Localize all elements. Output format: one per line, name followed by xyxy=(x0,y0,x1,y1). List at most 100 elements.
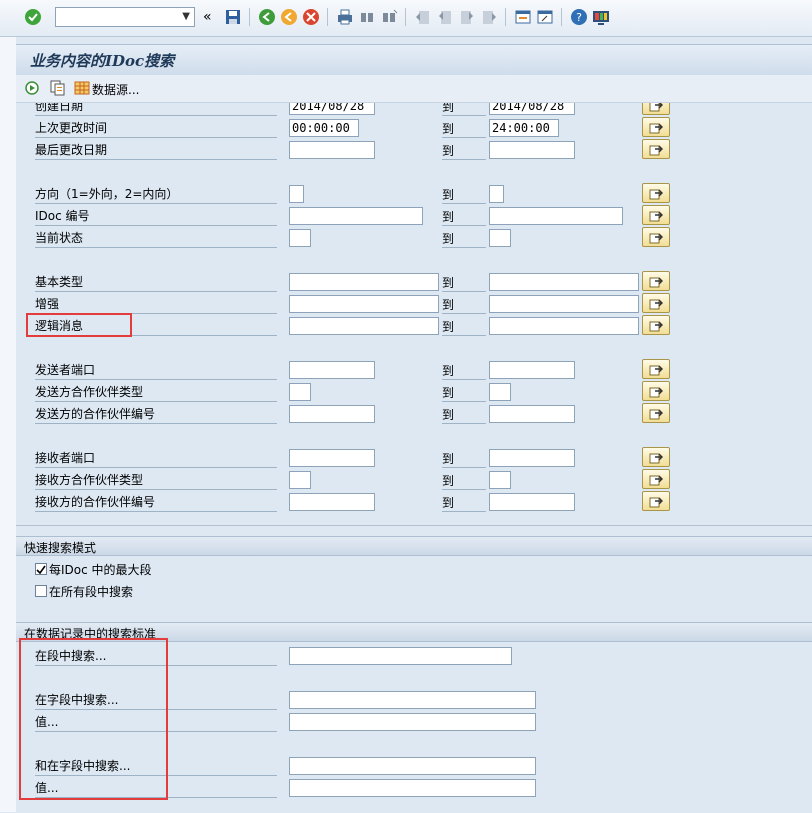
data-source-button[interactable]: 数据源... xyxy=(92,81,139,98)
search-in-segment-input[interactable] xyxy=(289,647,512,665)
help-icon[interactable]: ? xyxy=(570,8,588,26)
selection-high-input[interactable]: 24:00:00 xyxy=(489,119,559,137)
selection-low-input[interactable]: 00:00:00 xyxy=(289,119,359,137)
selection-low-input[interactable]: 2014/08/28 xyxy=(289,103,375,115)
all-segments-checkbox[interactable] xyxy=(35,585,47,597)
selection-row: 发送者端口 到 xyxy=(16,359,812,381)
cancel-icon[interactable] xyxy=(302,8,320,26)
selection-label: 上次更改时间 xyxy=(35,120,277,138)
value1-input[interactable] xyxy=(289,713,536,731)
next-page-icon[interactable] xyxy=(458,8,476,26)
selection-row: 增强 到 xyxy=(16,293,812,315)
selection-high-input[interactable] xyxy=(489,449,575,467)
selection-row: 发送方的合作伙伴编号 到 xyxy=(16,403,812,425)
selection-high-input[interactable] xyxy=(489,273,639,291)
multiple-selection-arrow-icon xyxy=(649,145,663,156)
selection-low-input[interactable] xyxy=(289,273,439,291)
selection-high-input[interactable] xyxy=(489,361,575,379)
to-label: 到 xyxy=(442,187,486,204)
variant-icon[interactable] xyxy=(50,80,66,96)
selection-label: 发送者端口 xyxy=(35,362,277,380)
multiple-selection-button[interactable] xyxy=(642,139,670,159)
selection-high-input[interactable] xyxy=(489,317,639,335)
back-double-arrow-icon[interactable]: « xyxy=(203,8,221,26)
to-label: 到 xyxy=(442,451,486,468)
multiple-selection-button[interactable] xyxy=(642,447,670,467)
max-segment-checkbox[interactable] xyxy=(35,563,47,575)
prev-page-icon[interactable] xyxy=(436,8,454,26)
to-label: 到 xyxy=(442,407,486,424)
selection-high-input[interactable] xyxy=(489,229,511,247)
search-in-field-input[interactable] xyxy=(289,691,536,709)
selection-low-input[interactable] xyxy=(289,207,423,225)
multiple-selection-button[interactable] xyxy=(642,359,670,379)
multiple-selection-arrow-icon xyxy=(649,277,663,288)
multiple-selection-button[interactable] xyxy=(642,403,670,423)
print-icon[interactable] xyxy=(336,8,354,26)
selection-high-input[interactable] xyxy=(489,383,511,401)
shortcut-icon[interactable] xyxy=(536,8,554,26)
selection-high-input[interactable] xyxy=(489,207,623,225)
multiple-selection-arrow-icon xyxy=(649,387,663,398)
multiple-selection-button[interactable] xyxy=(642,205,670,225)
svg-text:?: ? xyxy=(576,11,582,24)
selection-high-input[interactable] xyxy=(489,493,575,511)
to-label: 到 xyxy=(442,495,486,512)
selection-low-input[interactable] xyxy=(289,185,304,203)
multiple-selection-button[interactable] xyxy=(642,293,670,313)
multiple-selection-arrow-icon xyxy=(649,497,663,508)
selection-high-input[interactable] xyxy=(489,141,575,159)
multiple-selection-arrow-icon xyxy=(649,475,663,486)
selection-high-input[interactable] xyxy=(489,405,575,423)
selection-low-input[interactable] xyxy=(289,229,311,247)
selection-low-input[interactable] xyxy=(289,141,375,159)
command-field[interactable]: ▼ xyxy=(55,7,195,27)
selection-low-input[interactable] xyxy=(289,493,375,511)
multiple-selection-button[interactable] xyxy=(642,271,670,291)
multiple-selection-button[interactable] xyxy=(642,103,670,115)
last-page-icon[interactable] xyxy=(480,8,498,26)
selection-low-input[interactable] xyxy=(289,383,311,401)
selection-label: 发送方合作伙伴类型 xyxy=(35,384,277,402)
selection-label: 接收者端口 xyxy=(35,450,277,468)
selection-low-input[interactable] xyxy=(289,449,375,467)
selection-high-input[interactable]: 2014/08/28 xyxy=(489,103,575,115)
find-icon[interactable] xyxy=(358,8,376,26)
chevron-down-icon[interactable]: ▼ xyxy=(182,11,190,22)
selection-low-input[interactable] xyxy=(289,361,375,379)
selection-low-input[interactable] xyxy=(289,295,439,313)
multiple-selection-button[interactable] xyxy=(642,469,670,489)
back-icon[interactable] xyxy=(258,8,276,26)
selection-high-input[interactable] xyxy=(489,471,511,489)
multiple-selection-button[interactable] xyxy=(642,183,670,203)
selection-label: IDoc 编号 xyxy=(35,208,277,226)
table-grid-icon[interactable] xyxy=(74,80,90,96)
selection-high-input[interactable] xyxy=(489,295,639,313)
selection-high-input[interactable] xyxy=(489,185,504,203)
multiple-selection-button[interactable] xyxy=(642,227,670,247)
selection-row: 当前状态 到 xyxy=(16,227,812,249)
multiple-selection-button[interactable] xyxy=(642,381,670,401)
multiple-selection-button[interactable] xyxy=(642,315,670,335)
enter-icon[interactable] xyxy=(24,8,42,26)
value2-input[interactable] xyxy=(289,779,536,797)
customize-layout-icon[interactable] xyxy=(592,8,610,26)
and-search-in-field-input[interactable] xyxy=(289,757,536,775)
selection-low-input[interactable] xyxy=(289,317,439,335)
selection-row: 接收者端口 到 xyxy=(16,447,812,469)
find-next-icon[interactable] xyxy=(380,8,398,26)
save-icon[interactable] xyxy=(224,8,242,26)
toolbar-separator xyxy=(327,8,328,26)
to-label: 到 xyxy=(442,209,486,226)
multiple-selection-button[interactable] xyxy=(642,117,670,137)
new-session-icon[interactable] xyxy=(514,8,532,26)
toolbar-separator xyxy=(249,8,250,26)
multiple-selection-arrow-icon xyxy=(649,211,663,222)
first-page-icon[interactable] xyxy=(414,8,432,26)
multiple-selection-button[interactable] xyxy=(642,491,670,511)
execute-icon[interactable] xyxy=(24,80,40,96)
exit-icon[interactable] xyxy=(280,8,298,26)
selection-panel: 创建日期 2014/08/28 到 2014/08/28 上次更改时间 00:00:00 到… xyxy=(16,103,812,526)
selection-low-input[interactable] xyxy=(289,471,311,489)
selection-low-input[interactable] xyxy=(289,405,375,423)
